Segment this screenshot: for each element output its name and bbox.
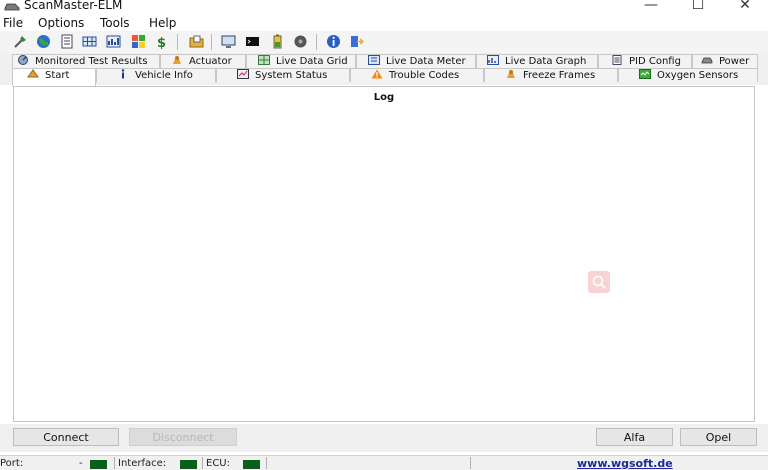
- title-bar: ScanMaster-ELM — ☐ ✕: [0, 0, 768, 14]
- toolbar-separator: [316, 34, 317, 50]
- status-bar: Port: - Interface: ECU: www.wgsoft.de: [0, 455, 768, 470]
- log-label: Log: [373, 92, 395, 103]
- freeze-frame-icon: [507, 70, 515, 78]
- tab-label: Live Data Grid: [276, 56, 348, 67]
- tab-vehicle-info[interactable]: Vehicle Info: [96, 68, 216, 82]
- interface-status-led: [180, 460, 197, 469]
- tab-label: System Status: [255, 70, 328, 81]
- menu-options[interactable]: Options: [38, 16, 84, 30]
- menu-bar: File Options Tools Help: [0, 14, 768, 31]
- toolbar-separator: [177, 34, 178, 50]
- tab-label: Freeze Frames: [523, 70, 596, 81]
- start-icon: [27, 69, 39, 78]
- ecu-label: ECU:: [206, 458, 230, 469]
- menu-file[interactable]: File: [3, 16, 23, 30]
- status-divider: [202, 457, 203, 469]
- exit-icon[interactable]: [349, 34, 364, 49]
- connect-button[interactable]: Connect: [13, 428, 119, 446]
- svg-text:$: $: [157, 36, 166, 49]
- tab-label: Oxygen Sensors: [657, 70, 739, 81]
- tab-label: Power: [719, 56, 750, 67]
- tab-pid-config[interactable]: PID Config: [598, 54, 692, 68]
- toolbar-separator: [211, 34, 212, 50]
- close-button[interactable]: ✕: [722, 0, 768, 13]
- globe-icon[interactable]: [36, 34, 51, 49]
- alfa-button[interactable]: Alfa: [596, 428, 673, 446]
- opel-button[interactable]: Opel: [680, 428, 757, 446]
- maximize-button[interactable]: ☐: [675, 0, 721, 13]
- log-panel[interactable]: Log: [13, 86, 755, 422]
- tab-label: Live Data Meter: [386, 56, 466, 67]
- config-document-icon: [612, 55, 622, 65]
- palette-icon[interactable]: [131, 34, 146, 49]
- tab-actuator[interactable]: Actuator: [160, 54, 246, 68]
- info-icon[interactable]: [326, 34, 341, 49]
- document-icon[interactable]: [59, 34, 74, 49]
- chart-icon[interactable]: [106, 34, 121, 49]
- tab-system-status[interactable]: System Status: [216, 68, 350, 82]
- tab-label: Live Data Graph: [505, 56, 587, 67]
- folder-icon[interactable]: [189, 34, 204, 49]
- connect-icon[interactable]: [13, 34, 28, 49]
- tab-label: Start: [45, 70, 70, 81]
- tab-live-data-meter[interactable]: Live Data Meter: [356, 54, 476, 68]
- info-icon: [121, 69, 125, 79]
- menu-help[interactable]: Help: [149, 16, 176, 30]
- dollar-icon[interactable]: $: [154, 34, 169, 49]
- grid-icon: [258, 55, 270, 65]
- monitor-icon[interactable]: [221, 34, 236, 49]
- tab-live-data-grid[interactable]: Live Data Grid: [246, 54, 356, 68]
- interface-label: Interface:: [118, 458, 167, 469]
- tab-label: Trouble Codes: [389, 70, 460, 81]
- sensor-icon: [639, 69, 651, 79]
- window-title: ScanMaster-ELM: [24, 0, 123, 12]
- website-link[interactable]: www.wgsoft.de: [577, 457, 673, 470]
- toolbar: $: [0, 31, 768, 54]
- minimize-button[interactable]: —: [628, 0, 674, 13]
- port-label: Port:: [0, 458, 24, 469]
- status-chart-icon: [237, 69, 249, 79]
- tab-label: Actuator: [189, 56, 232, 67]
- tab-power[interactable]: Power: [692, 54, 758, 68]
- graph-icon: [487, 55, 499, 65]
- meter-icon: [368, 55, 380, 65]
- status-divider: [266, 457, 267, 469]
- tab-label: Monitored Test Results: [35, 56, 148, 67]
- warning-icon: [371, 69, 383, 79]
- status-divider: [114, 457, 115, 469]
- battery-icon[interactable]: [270, 34, 285, 49]
- gauge-icon: [18, 55, 28, 65]
- status-divider: [470, 457, 471, 469]
- tab-label: PID Config: [629, 56, 681, 67]
- tab-label: Vehicle Info: [135, 70, 193, 81]
- zoom-icon: [588, 271, 610, 293]
- tab-live-data-graph[interactable]: Live Data Graph: [476, 54, 598, 68]
- menu-tools[interactable]: Tools: [100, 16, 130, 30]
- ecu-status-led: [243, 460, 260, 469]
- car-icon: [701, 57, 713, 64]
- tab-oxygen-sensors[interactable]: Oxygen Sensors: [618, 68, 758, 82]
- disconnect-button[interactable]: Disconnect: [129, 428, 237, 446]
- grid-icon[interactable]: [82, 34, 97, 49]
- port-status-led: [90, 460, 107, 469]
- tab-freeze-frames[interactable]: Freeze Frames: [484, 68, 618, 82]
- button-row: Connect Disconnect Alfa Opel: [0, 424, 768, 452]
- tab-monitored-test-results[interactable]: Monitored Test Results: [12, 54, 160, 68]
- tab-trouble-codes[interactable]: Trouble Codes: [350, 68, 484, 82]
- tab-strip: Monitored Test Results Actuator Live Dat…: [0, 53, 768, 86]
- actuator-icon: [173, 56, 181, 64]
- port-value: -: [79, 458, 83, 469]
- app-car-icon: [4, 3, 20, 11]
- terminal-icon[interactable]: [245, 34, 260, 49]
- tab-start[interactable]: Start: [12, 68, 96, 86]
- disc-icon[interactable]: [293, 34, 308, 49]
